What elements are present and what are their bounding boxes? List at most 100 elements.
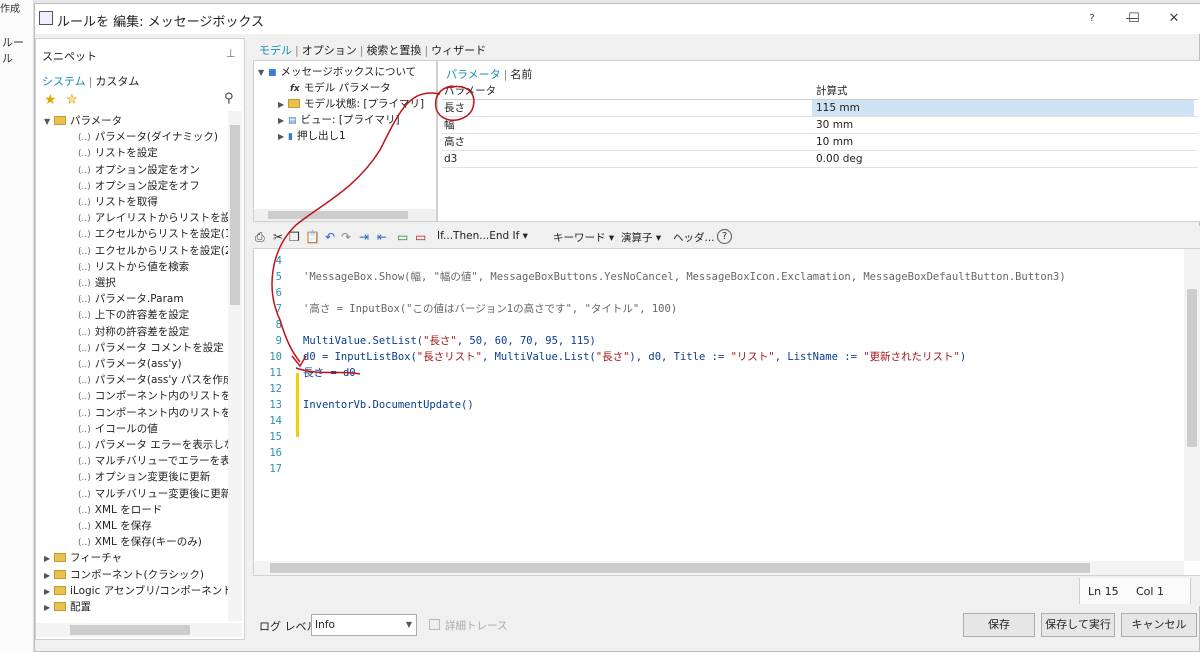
snippets-horizontal-scrollbar[interactable] — [36, 623, 242, 637]
scrollbar-thumb[interactable] — [1187, 289, 1197, 447]
undo-icon[interactable]: ↶ — [325, 229, 335, 245]
pin-icon[interactable]: ⊥ — [226, 47, 236, 60]
tab-parameters[interactable]: パラメータ — [446, 68, 501, 81]
favorites-star-icon[interactable]: ★ — [44, 92, 57, 108]
snippet-item[interactable]: (..) XML をロード — [78, 502, 162, 518]
snippet-label: イコールの値 — [94, 422, 158, 435]
parameter-row[interactable]: 高さ 10 mm — [442, 134, 1198, 151]
snippet-item[interactable]: (..)マルチバリューでエラーを表示した — [78, 453, 228, 469]
column-header-expression[interactable]: 計算式 — [816, 83, 848, 100]
save-and-run-button[interactable]: 保存して実行 — [1041, 613, 1115, 637]
code-token: , MultiValue.List( — [481, 351, 596, 363]
snippet-item[interactable]: (..) 上下の許容差を設定 — [78, 307, 189, 323]
snippet-icon: (..) — [78, 538, 91, 549]
snippet-item[interactable]: (..) オプション変更後に更新 — [78, 469, 210, 485]
parameter-row[interactable]: d3 0.00 deg — [442, 151, 1198, 168]
comment-icon[interactable]: ▭ — [397, 229, 408, 245]
snippet-folder[interactable]: ▶ フィーチャ — [44, 550, 122, 566]
snippet-item[interactable]: (..) イコールの値 — [78, 421, 158, 437]
model-tree-extrusion[interactable]: ▶ ▮ 押し出し1 — [278, 128, 346, 144]
string-literal: "長さリスト" — [416, 351, 482, 363]
code-line[interactable]: 'MessageBox.Show(幅, "幅の値", MessageBoxBut… — [303, 269, 1066, 285]
snippet-item[interactable]: (..) リストを設定 — [78, 145, 158, 161]
redo-icon[interactable]: ↷ — [341, 229, 351, 245]
tab-custom[interactable]: カスタム — [95, 75, 139, 88]
log-level-select[interactable]: Info ▼ — [311, 614, 417, 636]
editor-horizontal-scrollbar[interactable] — [254, 561, 1184, 575]
snippet-item[interactable]: (..) オプション設定をオン — [78, 162, 200, 178]
maximize-button[interactable]: ☐ — [1119, 8, 1149, 30]
code-line[interactable]: d0 = InputListBox("長さリスト", MultiValue.Li… — [303, 349, 966, 365]
tab-options[interactable]: オプション — [302, 44, 357, 57]
copy-icon[interactable]: ❐ — [289, 229, 300, 245]
tab-system[interactable]: システム — [42, 75, 86, 88]
snippet-item[interactable]: (..) マルチバリュー変更後に更新 — [78, 486, 228, 502]
snippet-item[interactable]: (..) リストから値を検索 — [78, 259, 189, 275]
snippet-item[interactable]: (..) エクセルからリストを設定(2) — [78, 243, 228, 259]
scrollbar-thumb[interactable] — [268, 211, 408, 219]
snippet-item[interactable]: (..) パラメータ(ass'y) — [78, 356, 182, 372]
indent-icon[interactable]: ⇥ — [359, 229, 369, 245]
save-button[interactable]: 保存 — [963, 613, 1035, 637]
snippet-item[interactable]: (..)コンポーネント内のリストを設定 — [78, 388, 228, 404]
help-icon[interactable]: ? — [717, 229, 732, 244]
snippets-vertical-scrollbar[interactable] — [228, 111, 242, 621]
snippet-folder[interactable]: ▶ コンポーネント(クラシック) — [44, 567, 204, 583]
editor-vertical-scrollbar[interactable] — [1184, 249, 1200, 561]
snippet-item[interactable]: (..) パラメータ(ダイナミック) — [78, 129, 218, 145]
scrollbar-thumb[interactable] — [270, 563, 1090, 573]
snippet-item[interactable]: (..) 選択 — [78, 275, 116, 291]
scrollbar-thumb[interactable] — [70, 625, 190, 635]
model-tree-model-state[interactable]: ▶ モデル状態: [プライマリ] — [278, 96, 424, 112]
model-tree-view[interactable]: ▶ ▤ ビュー: [プライマリ] — [278, 112, 400, 128]
snippet-item[interactable]: (..)コンポーネント内のリストを取得 — [78, 405, 228, 421]
help-button[interactable]: ? — [1077, 8, 1107, 30]
log-level-label: ログ レベル — [259, 620, 318, 633]
model-tree-parameters[interactable]: fx モデル パラメータ — [290, 80, 391, 96]
outdent-icon[interactable]: ⇤ — [377, 229, 387, 245]
search-icon[interactable]: ⚲ — [224, 91, 234, 106]
code-line[interactable]: 長さ = d0 — [303, 365, 356, 381]
operator-menu[interactable]: 演算子 ▾ — [621, 230, 661, 245]
snippet-item[interactable]: (..) アレイリストからリストを設定 — [78, 210, 228, 226]
tab-search-replace[interactable]: 検索と置換 — [366, 44, 421, 57]
snippet-folder[interactable]: ▶ iLogic アセンブリ/コンポーネント — [44, 583, 228, 599]
snippet-item[interactable]: (..) パラメータ(ass'y パスを作成) — [78, 372, 228, 388]
snippet-folder-expanded[interactable]: ▼ パラメータ — [44, 113, 122, 129]
paste-icon[interactable]: 📋 — [305, 229, 320, 245]
parameter-expression: 30 mm — [816, 119, 854, 131]
add-favorite-star-icon[interactable]: ✮ — [66, 92, 78, 108]
code-line[interactable]: InventorVb.DocumentUpdate() — [303, 397, 474, 413]
snippet-item[interactable]: (..) リストを取得 — [78, 194, 158, 210]
snippet-item[interactable]: (..) XML を保存 — [78, 518, 152, 534]
model-tree-root[interactable]: ▼ ■ メッセージボックスについて — [258, 64, 416, 80]
cancel-button[interactable]: キャンセル — [1121, 613, 1197, 637]
scrollbar-thumb[interactable] — [230, 125, 240, 305]
snippet-item[interactable]: (..) パラメータ コメントを設定 — [78, 340, 224, 356]
detail-trace-checkbox[interactable] — [429, 619, 440, 630]
parameter-row[interactable]: 長さ 115 mm — [442, 100, 1198, 117]
close-button[interactable]: ✕ — [1159, 8, 1189, 30]
tab-wizard[interactable]: ウィザード — [431, 44, 486, 57]
snippet-item[interactable]: (..)パラメータ エラーを表示しない — [78, 437, 228, 453]
code-line[interactable]: MultiValue.SetList("長さ", 50, 60, 70, 95,… — [303, 333, 596, 349]
tab-model[interactable]: モデル — [259, 44, 292, 57]
code-line[interactable]: '高さ = InputBox("この値はバージョン1の高さです", "タイトル"… — [303, 301, 677, 317]
snippet-item[interactable]: (..) XML を保存(キーのみ) — [78, 534, 202, 550]
snippet-item[interactable]: (..) 対称の許容差を設定 — [78, 324, 189, 340]
snippet-item[interactable]: (..) オプション設定をオフ — [78, 178, 200, 194]
header-menu[interactable]: ヘッダ... — [673, 230, 715, 245]
column-header-parameter[interactable]: パラメータ — [444, 83, 496, 100]
cut-icon[interactable]: ✂ — [273, 229, 283, 245]
parameter-row[interactable]: 幅 30 mm — [442, 117, 1198, 134]
snippet-folder[interactable]: ▶ 配置 — [44, 599, 91, 615]
print-icon[interactable]: ⎙ — [255, 229, 265, 245]
code-editor[interactable]: 4 5 'MessageBox.Show(幅, "幅の値", MessageBoxB… — [253, 248, 1200, 576]
keyword-menu[interactable]: キーワード ▾ — [553, 230, 614, 245]
snippet-item[interactable]: (..) パラメータ.Param — [78, 291, 184, 307]
model-tree-horizontal-scrollbar[interactable] — [254, 209, 436, 221]
tab-names[interactable]: 名前 — [510, 68, 532, 81]
snippet-item[interactable]: (..) エクセルからリストを設定(1) — [78, 226, 228, 242]
if-then-menu[interactable]: If...Then...End If ▾ — [437, 230, 528, 242]
uncomment-icon[interactable]: ▭ — [415, 229, 426, 245]
